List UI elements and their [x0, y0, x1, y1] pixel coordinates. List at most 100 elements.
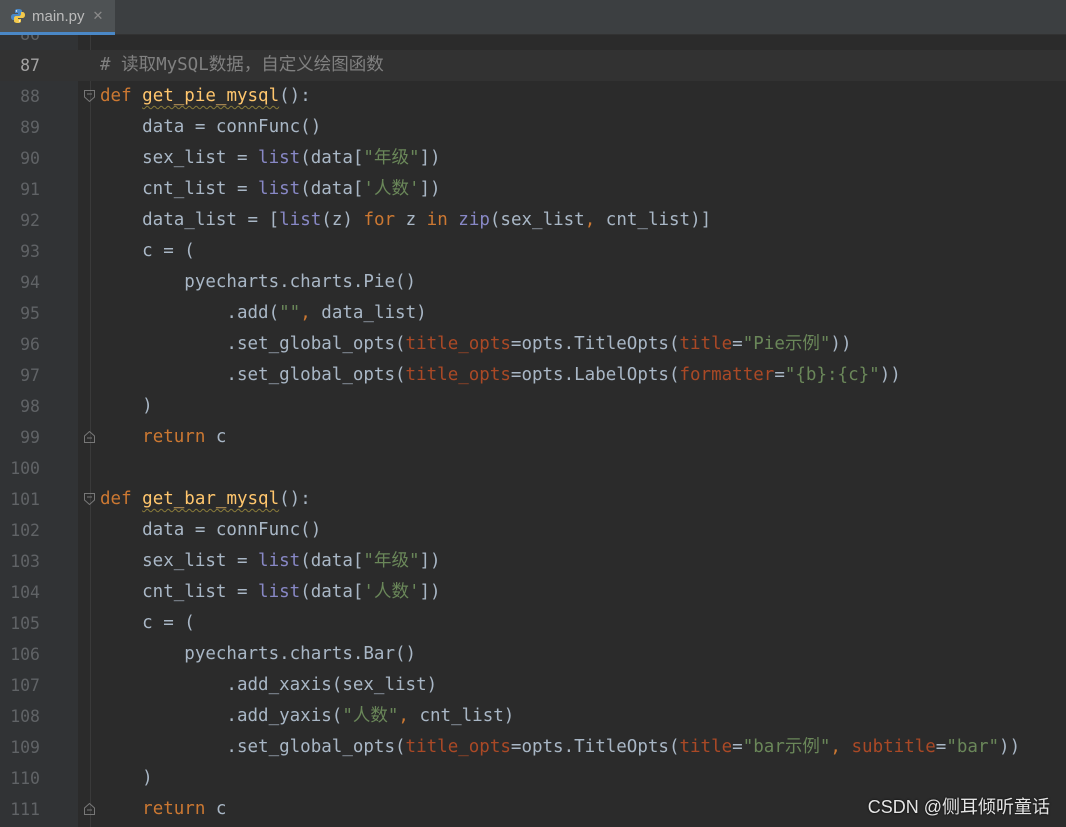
- code-line[interactable]: 100: [0, 453, 1066, 484]
- code-text: .add_yaxis("人数", cnt_list): [100, 701, 514, 732]
- code-token: ,: [584, 210, 596, 230]
- code-token: title_opts: [405, 737, 511, 757]
- code-token: )): [879, 365, 901, 385]
- code-line[interactable]: 91 cnt_list = list(data['人数']): [0, 174, 1066, 205]
- line-number: 90: [20, 149, 40, 168]
- close-icon[interactable]: ✕: [93, 8, 104, 24]
- code-token: .set_global_opts(: [100, 365, 406, 385]
- fold-open-icon[interactable]: [84, 493, 95, 505]
- line-number: 102: [10, 521, 40, 540]
- code-line[interactable]: 95 .add("", data_list): [0, 298, 1066, 329]
- code-token: formatter: [679, 365, 775, 385]
- code-line[interactable]: 86: [0, 35, 1066, 50]
- code-token: ]): [419, 148, 441, 168]
- code-token: ,: [830, 737, 841, 757]
- fold-close-icon[interactable]: [84, 431, 95, 443]
- code-token: title: [679, 737, 733, 757]
- code-line[interactable]: 105 c = (: [0, 608, 1066, 639]
- code-line[interactable]: 99 return c: [0, 422, 1066, 453]
- code-text: pyecharts.charts.Pie(): [100, 267, 416, 298]
- code-token: '人数': [363, 179, 420, 199]
- code-token: list: [258, 551, 301, 571]
- code-text: cnt_list = list(data['人数']): [100, 174, 441, 205]
- line-number: 107: [10, 676, 40, 695]
- code-token: title: [679, 334, 733, 354]
- line-number: 94: [20, 273, 40, 292]
- code-token: =: [774, 365, 785, 385]
- code-line[interactable]: 88 def get_pie_mysql():: [0, 81, 1066, 112]
- code-text: .set_global_opts(title_opts=opts.TitleOp…: [100, 329, 851, 360]
- code-token: list: [258, 582, 301, 602]
- code-token: ,: [300, 303, 311, 323]
- code-token: )): [830, 334, 852, 354]
- code-token: "{b}:{c}": [784, 365, 880, 385]
- file-tab-main-py[interactable]: main.py ✕: [0, 0, 116, 35]
- line-number: 103: [10, 552, 40, 571]
- code-token: cnt_list =: [100, 582, 259, 602]
- code-token: =: [732, 334, 743, 354]
- code-line[interactable]: 89 data = connFunc(): [0, 112, 1066, 143]
- code-line[interactable]: 108 .add_yaxis("人数", cnt_list): [0, 701, 1066, 732]
- code-token: ]): [419, 179, 441, 199]
- line-number: 86: [0, 35, 40, 50]
- line-number: 93: [20, 242, 40, 261]
- code-text: pyecharts.charts.Bar(): [100, 639, 416, 670]
- code-token: data_list): [310, 303, 427, 323]
- code-token: list: [279, 210, 322, 230]
- code-line[interactable]: 106 pyecharts.charts.Bar(): [0, 639, 1066, 670]
- code-token: c: [205, 799, 227, 819]
- code-text: c = (: [100, 608, 195, 639]
- code-token: # 读取MySQL数据，自定义绘图函数: [100, 55, 384, 75]
- code-token: ): [100, 396, 153, 416]
- code-token: .add(: [100, 303, 280, 323]
- code-line[interactable]: 103 sex_list = list(data["年级"]): [0, 546, 1066, 577]
- code-token: "人数": [342, 706, 399, 726]
- code-line[interactable]: 109 .set_global_opts(title_opts=opts.Tit…: [0, 732, 1066, 763]
- code-line[interactable]: 96 .set_global_opts(title_opts=opts.Titl…: [0, 329, 1066, 360]
- code-token: ): [100, 768, 153, 788]
- code-line[interactable]: 90 sex_list = list(data["年级"]): [0, 143, 1066, 174]
- code-token: get_pie_mysql: [142, 86, 280, 106]
- code-line[interactable]: 98 ): [0, 391, 1066, 422]
- code-line[interactable]: 87 # 读取MySQL数据，自定义绘图函数: [0, 50, 1066, 81]
- code-token: data = connFunc(): [100, 117, 322, 137]
- fold-close-icon[interactable]: [84, 803, 95, 815]
- code-text: def get_pie_mysql():: [100, 81, 311, 112]
- code-text: ): [100, 763, 153, 794]
- line-number: 92: [20, 211, 40, 230]
- code-line[interactable]: 107 .add_xaxis(sex_list): [0, 670, 1066, 701]
- code-token: list: [258, 179, 301, 199]
- code-token: for: [363, 210, 396, 230]
- code-token: (data[: [300, 179, 364, 199]
- code-line[interactable]: 92 data_list = [list(z) for z in zip(sex…: [0, 205, 1066, 236]
- code-token: return: [142, 427, 206, 447]
- code-text: data = connFunc(): [100, 515, 321, 546]
- code-token: c: [205, 427, 227, 447]
- code-line[interactable]: 110 ): [0, 763, 1066, 794]
- code-line[interactable]: 93 c = (: [0, 236, 1066, 267]
- code-token: title_opts: [405, 334, 511, 354]
- code-token: sex_list =: [100, 148, 259, 168]
- fold-open-icon[interactable]: [84, 90, 95, 102]
- code-token: subtitle: [851, 737, 936, 757]
- line-number: 109: [10, 738, 40, 757]
- code-text: ): [100, 391, 153, 422]
- code-token: "Pie示例": [742, 334, 831, 354]
- code-token: z: [395, 210, 427, 230]
- code-token: ,: [398, 706, 409, 726]
- code-text: return c: [100, 794, 226, 825]
- code-line[interactable]: 101 def get_bar_mysql():: [0, 484, 1066, 515]
- code-text: .set_global_opts(title_opts=opts.TitleOp…: [100, 732, 1020, 763]
- code-line[interactable]: 104 cnt_list = list(data['人数']): [0, 577, 1066, 608]
- code-token: cnt_list)]: [595, 210, 712, 230]
- code-token: zip: [458, 210, 490, 230]
- code-line[interactable]: 97 .set_global_opts(title_opts=opts.Labe…: [0, 360, 1066, 391]
- code-token: =: [935, 737, 947, 757]
- code-editor[interactable]: 86 87 # 读取MySQL数据，自定义绘图函数 88 def get_pie_mys…: [0, 35, 1066, 827]
- code-line[interactable]: 102 data = connFunc(): [0, 515, 1066, 546]
- line-number: 104: [10, 583, 40, 602]
- code-line[interactable]: 94 pyecharts.charts.Pie(): [0, 267, 1066, 298]
- code-token: cnt_list): [408, 706, 515, 726]
- code-token: )): [999, 737, 1021, 757]
- code-token: "年级": [363, 551, 420, 571]
